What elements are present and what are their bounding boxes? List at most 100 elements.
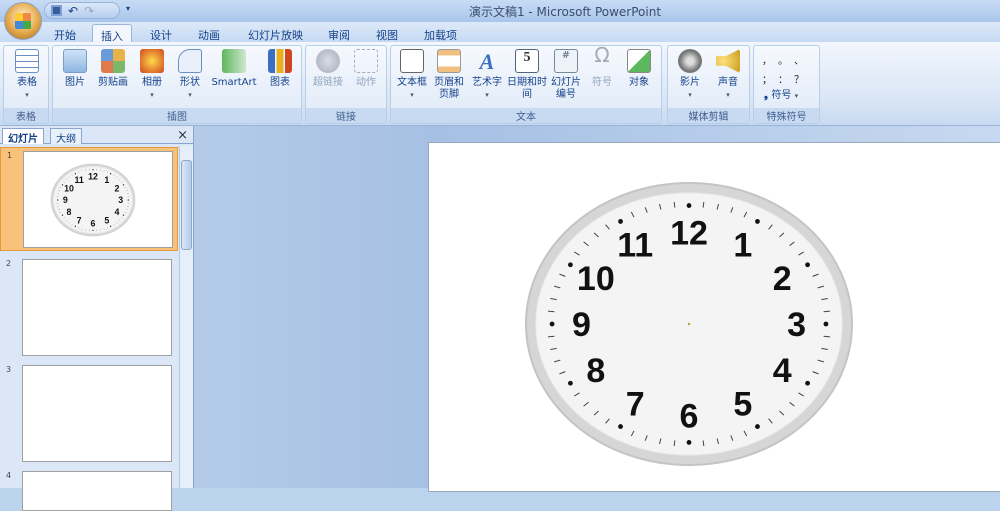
- tab-review[interactable]: 审阅: [320, 24, 358, 42]
- hour-dot: [755, 424, 760, 429]
- slide-thumbnail-3[interactable]: 3: [0, 362, 178, 464]
- group-label: 插图: [53, 108, 301, 123]
- clock-number: 10: [64, 183, 74, 193]
- smartart-button[interactable]: SmartArt: [209, 49, 259, 89]
- current-slide[interactable]: 121234567891011: [428, 142, 1000, 492]
- tab-design[interactable]: 设计: [142, 24, 180, 42]
- tab-outline[interactable]: 大纲: [50, 128, 82, 144]
- symbol-dropdown-button[interactable]: ❟ 符号 ▾: [764, 86, 798, 101]
- hour-dot: [123, 184, 124, 185]
- clock-number: 6: [91, 219, 96, 229]
- symbol-item[interactable]: ？: [794, 71, 810, 86]
- object-button[interactable]: 对象: [621, 49, 657, 89]
- save-icon[interactable]: [51, 5, 62, 16]
- movie-button[interactable]: 影片▾: [672, 49, 708, 101]
- action-button[interactable]: 动作: [348, 49, 384, 89]
- tab-slides[interactable]: 幻灯片: [2, 128, 44, 144]
- date-time-button[interactable]: 5日期和时间: [507, 49, 547, 101]
- slide-thumbnail-4[interactable]: 4: [0, 468, 178, 498]
- clock-number: 12: [88, 172, 98, 182]
- tab-insert[interactable]: 插入: [92, 24, 132, 42]
- slide-number: 4: [6, 471, 11, 480]
- minute-tick: [824, 311, 830, 312]
- clock-number: 9: [572, 306, 591, 344]
- symbol-item[interactable]: 、: [794, 52, 810, 67]
- symbol-grid: ， 。 、 ； ： ？: [762, 52, 810, 86]
- minute-tick: [703, 440, 704, 446]
- symbol-item[interactable]: 。: [778, 52, 794, 67]
- window-title: 演示文稿1 - Microsoft PowerPoint: [0, 3, 1000, 20]
- slide-number-button[interactable]: #幻灯片编号: [547, 49, 585, 101]
- clipart-button[interactable]: 剪贴画: [95, 49, 131, 89]
- office-button[interactable]: [4, 2, 42, 40]
- scrollbar-thumb[interactable]: [181, 160, 192, 250]
- object-icon: [627, 49, 651, 73]
- photo-album-button[interactable]: 相册▾: [135, 49, 169, 101]
- tab-home[interactable]: 开始: [46, 24, 84, 42]
- ribbon-tabs: 开始 插入 设计 动画 幻灯片放映 审阅 视图 加载项: [0, 22, 1000, 42]
- clock-center: [93, 200, 94, 201]
- hour-dot: [568, 262, 573, 267]
- group-links: 超链接 动作 链接: [305, 45, 387, 124]
- thumbnail: [22, 471, 172, 511]
- tab-slideshow[interactable]: 幻灯片放映: [240, 24, 311, 42]
- table-button[interactable]: 表格▾: [10, 49, 44, 101]
- shapes-button[interactable]: 形状▾: [173, 49, 207, 101]
- clock-thumbnail: 121234567891011: [24, 152, 174, 249]
- symbol-item[interactable]: ：: [778, 71, 794, 86]
- photo-album-icon: [140, 49, 164, 73]
- speaker-icon: [716, 49, 740, 73]
- omega-icon: Ω: [590, 49, 614, 73]
- thumbnail: [22, 259, 172, 356]
- clock-center: [688, 323, 690, 325]
- clock-number: 8: [586, 352, 605, 390]
- quick-access-toolbar: ↶ ↷: [44, 2, 120, 19]
- group-special-symbols: ， 。 、 ； ： ？ ❟ 符号 ▾ 特殊符号: [753, 45, 820, 124]
- header-footer-button[interactable]: 页眉和页脚: [431, 49, 467, 101]
- hour-dot: [568, 381, 573, 386]
- clock-number: 7: [77, 215, 82, 225]
- hour-dot: [824, 322, 829, 327]
- symbol-item[interactable]: ；: [762, 71, 778, 86]
- clock-number: 3: [118, 195, 123, 205]
- wordart-button[interactable]: A艺术字▾: [469, 49, 505, 101]
- ribbon: 表格▾ 表格 图片 剪贴画 相册▾ 形状▾ SmartArt 图表 插图 超链接…: [0, 42, 1000, 126]
- hour-dot: [805, 381, 810, 386]
- minute-tick: [703, 202, 704, 208]
- hour-dot: [123, 214, 124, 215]
- hour-dot: [755, 219, 760, 224]
- tab-addins[interactable]: 加载项: [416, 24, 465, 42]
- tab-animation[interactable]: 动画: [190, 24, 228, 42]
- tab-view[interactable]: 视图: [368, 24, 406, 42]
- chart-button[interactable]: 图表: [263, 49, 297, 89]
- slide-thumbnail-2[interactable]: 2: [0, 256, 178, 358]
- undo-icon[interactable]: ↶: [68, 4, 78, 18]
- textbox-icon: [400, 49, 424, 73]
- slide-number: 3: [6, 365, 11, 374]
- hour-dot: [110, 226, 111, 227]
- picture-button[interactable]: 图片: [57, 49, 93, 89]
- textbox-button[interactable]: 文本框▾: [393, 49, 431, 101]
- sound-button[interactable]: 声音▾: [710, 49, 746, 101]
- hour-dot: [62, 184, 63, 185]
- slide-thumbnail-1[interactable]: 1 121234567891011: [0, 147, 178, 251]
- close-pane-icon[interactable]: ×: [177, 128, 188, 143]
- hour-dot: [92, 230, 93, 231]
- slide-number: 1: [7, 151, 12, 160]
- symbol-item[interactable]: ，: [762, 52, 778, 67]
- hour-dot: [805, 262, 810, 267]
- clock-number: 4: [115, 207, 120, 217]
- slide-editing-area: 121234567891011: [194, 126, 1000, 488]
- symbol-button[interactable]: Ω符号: [587, 49, 617, 89]
- customize-qat-icon[interactable]: ▾: [126, 4, 130, 13]
- pane-tabs: 幻灯片 大纲 ×: [0, 128, 194, 144]
- chart-icon: [268, 49, 292, 73]
- pane-scrollbar[interactable]: [179, 146, 193, 488]
- hyperlink-button[interactable]: 超链接: [309, 49, 347, 89]
- clock-number: 11: [617, 227, 653, 265]
- redo-icon[interactable]: ↷: [84, 4, 94, 18]
- clipart-icon: [101, 49, 125, 73]
- minute-tick: [674, 202, 675, 208]
- table-icon: [15, 49, 39, 73]
- clock-image: 121234567891011: [429, 143, 1000, 493]
